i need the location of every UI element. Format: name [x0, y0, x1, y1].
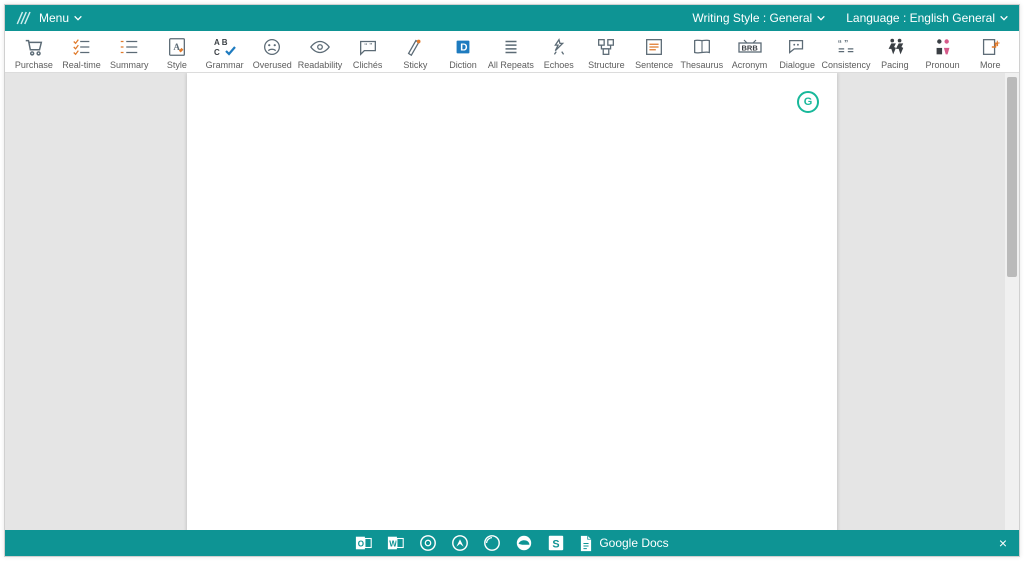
menu-label: Menu [39, 11, 69, 25]
consistency-icon: “ ” [831, 35, 861, 59]
svg-text:BRB: BRB [741, 44, 758, 53]
summary-icon [114, 35, 144, 59]
eye-icon [305, 35, 335, 59]
vertical-scrollbar[interactable] [1005, 73, 1019, 530]
chevron-down-icon [816, 13, 826, 23]
tool-pacing[interactable]: Pacing [872, 35, 918, 70]
more-icon: + [975, 35, 1005, 59]
svg-text:O: O [358, 540, 364, 549]
work-area: G [5, 73, 1019, 530]
allrepeats-icon [496, 35, 526, 59]
tool-cliches[interactable]: “ ” Clichés [345, 35, 391, 70]
bottom-bar: O W S Google Docs [5, 530, 1019, 556]
chevron-down-icon [73, 13, 83, 23]
svg-text:C: C [214, 48, 220, 57]
google-docs-label: Google Docs [599, 536, 668, 550]
tool-readability[interactable]: Readability [297, 35, 343, 70]
tool-purchase[interactable]: Purchase [11, 35, 57, 70]
safari-icon[interactable] [451, 534, 469, 552]
tool-sticky[interactable]: Sticky [393, 35, 439, 70]
tool-allrepeats[interactable]: All Repeats [488, 35, 534, 70]
svg-text:S: S [553, 539, 560, 551]
style-icon: A [162, 35, 192, 59]
google-docs-link[interactable]: Google Docs [579, 535, 668, 552]
integration-dock: O W S Google Docs [355, 534, 668, 552]
writing-style-label: Writing Style : General [692, 11, 812, 25]
book-icon [687, 35, 717, 59]
writing-style-dropdown[interactable]: Writing Style : General [692, 11, 826, 25]
svg-text:“ ”: “ ” [838, 39, 849, 48]
overused-icon [257, 35, 287, 59]
word-icon[interactable]: W [387, 534, 405, 552]
pacing-icon [880, 35, 910, 59]
tool-style[interactable]: A Style [154, 35, 200, 70]
grammarly-badge-icon[interactable]: G [797, 91, 819, 113]
chevron-down-icon [999, 13, 1009, 23]
close-button[interactable]: × [999, 535, 1007, 551]
echoes-icon [544, 35, 574, 59]
dialogue-icon [782, 35, 812, 59]
google-docs-icon [579, 535, 593, 552]
toolbar: Purchase Real-time Summary A Style A BC [5, 31, 1019, 73]
app-window: Menu Writing Style : General Language : … [4, 4, 1020, 557]
sentence-icon [639, 35, 669, 59]
scrivener-icon[interactable]: S [547, 534, 565, 552]
sticky-icon [400, 35, 430, 59]
firefox-icon[interactable] [483, 534, 501, 552]
scrollbar-thumb[interactable] [1007, 77, 1017, 277]
tool-acronym[interactable]: BRB Acronym [727, 35, 773, 70]
app-logo-icon [15, 9, 33, 27]
tool-diction[interactable]: D Diction [440, 35, 486, 70]
cliches-icon: “ ” [353, 35, 383, 59]
svg-text:A B: A B [214, 38, 228, 47]
menu-dropdown[interactable]: Menu [39, 11, 83, 25]
outlook-icon[interactable]: O [355, 534, 373, 552]
cart-icon [19, 35, 49, 59]
acronym-icon: BRB [735, 35, 765, 59]
language-label: Language : English General [846, 11, 995, 25]
structure-icon [591, 35, 621, 59]
svg-text:W: W [390, 540, 398, 549]
top-bar: Menu Writing Style : General Language : … [5, 5, 1019, 31]
chrome-icon[interactable] [419, 534, 437, 552]
checklist-icon [67, 35, 97, 59]
svg-text:D: D [460, 43, 467, 54]
tool-more[interactable]: + More [967, 35, 1013, 70]
tool-thesaurus[interactable]: Thesaurus [679, 35, 725, 70]
tool-sentence[interactable]: Sentence [631, 35, 677, 70]
tool-grammar[interactable]: A BC Grammar [202, 35, 248, 70]
tool-consistency[interactable]: “ ” Consistency [822, 35, 870, 70]
tool-summary[interactable]: Summary [106, 35, 152, 70]
svg-text:“ ”: “ ” [364, 42, 372, 51]
tool-overused[interactable]: Overused [249, 35, 295, 70]
tool-structure[interactable]: Structure [584, 35, 630, 70]
document-page[interactable]: G [187, 73, 837, 530]
grammar-icon: A BC [210, 35, 240, 59]
tool-dialogue[interactable]: Dialogue [774, 35, 820, 70]
svg-text:+: + [995, 38, 1000, 48]
tool-realtime[interactable]: Real-time [59, 35, 105, 70]
tool-echoes[interactable]: Echoes [536, 35, 582, 70]
pronoun-icon [928, 35, 958, 59]
edge-icon[interactable] [515, 534, 533, 552]
tool-pronoun[interactable]: Pronoun [920, 35, 966, 70]
diction-icon: D [448, 35, 478, 59]
language-dropdown[interactable]: Language : English General [846, 11, 1009, 25]
